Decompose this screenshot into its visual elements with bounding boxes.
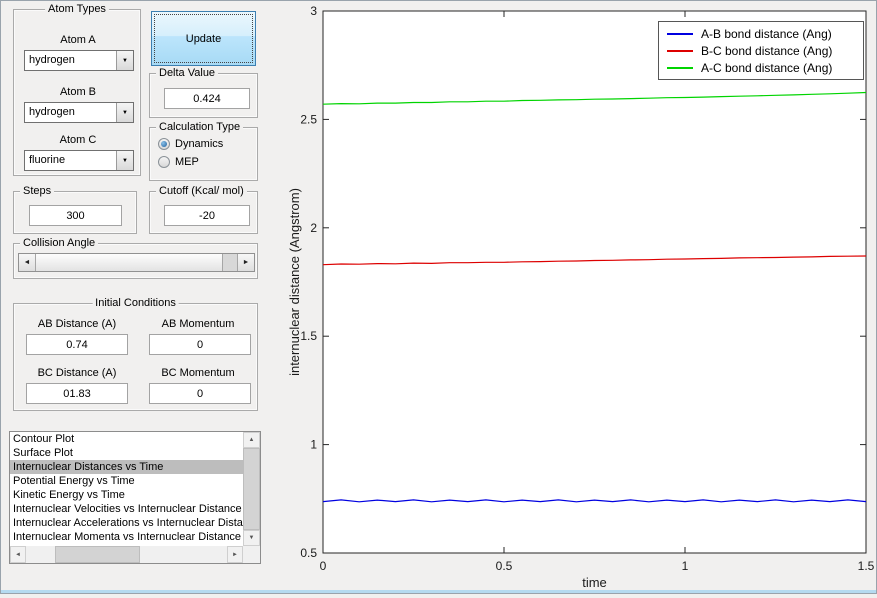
atom-c-selected-value: fluorine [29,154,66,166]
scrollbar-corner [243,546,260,563]
radio-button-icon[interactable] [158,138,170,150]
scroll-down-icon[interactable]: ▼ [243,530,260,546]
slider-right-arrow-icon[interactable]: ► [237,254,254,271]
steps-field[interactable] [29,205,122,226]
y-tick-label: 3 [310,4,317,18]
cutoff-title: Cutoff (Kcal/ mol) [156,185,247,197]
y-tick-label: 2 [310,221,317,235]
dropdown-arrow-icon[interactable]: ▼ [116,151,133,170]
list-item[interactable]: Potential Energy vs Time [10,474,243,488]
plot-legend[interactable]: A-B bond distance (Ang) B-C bond distance… [658,21,864,80]
delta-value-field[interactable] [164,88,250,109]
vertical-scroll-thumb[interactable] [243,448,260,530]
horizontal-scrollbar[interactable]: ◄ ► [10,546,243,563]
y-tick-label: 0.5 [300,546,317,560]
delta-value-panel: Delta Value [149,67,258,118]
legend-label: B-C bond distance (Ang) [701,43,833,58]
cutoff-field[interactable] [164,205,250,226]
legend-line-swatch [667,32,693,35]
steps-title: Steps [20,185,55,197]
x-tick-label: 0 [320,559,327,573]
scroll-up-icon[interactable]: ▲ [243,432,260,448]
legend-entry: B-C bond distance (Ang) [659,42,863,59]
list-item[interactable]: Internuclear Distances vs Time [10,460,243,474]
atom-b-label: Atom B [59,86,97,98]
collision-angle-title: Collision Angle [20,237,99,249]
scroll-right-icon[interactable]: ► [227,546,243,563]
list-item[interactable]: Surface Plot [10,446,243,460]
atom-types-panel: Atom Types Atom A hydrogen ▼ Atom B hydr… [13,3,141,176]
window-bottom-edge [1,590,876,593]
y-tick-label: 1.5 [300,329,317,343]
slider-thumb[interactable] [36,254,223,271]
initial-conditions-panel: Initial Conditions AB Distance (A) AB Mo… [13,297,258,411]
plot-type-listbox[interactable]: Contour Plot Surface Plot Internuclear Dis… [9,431,261,564]
calculation-type-title: Calculation Type [156,121,244,133]
list-item[interactable]: Contour Plot [10,432,243,446]
radio-button-icon[interactable] [158,156,170,168]
y-tick-label: 1 [310,438,317,452]
atom-a-selected-value: hydrogen [29,54,75,66]
bc-momentum-label: BC Momentum [161,367,235,379]
bc-distance-label: BC Distance (A) [37,367,117,379]
atom-a-dropdown[interactable]: hydrogen ▼ [24,50,134,71]
legend-line-swatch [667,49,693,52]
radio-mep-label: MEP [175,156,199,168]
legend-line-swatch [667,66,693,69]
calculation-type-panel: Calculation Type Dynamics MEP [149,121,258,181]
ab-momentum-label: AB Momentum [161,318,235,330]
radio-dynamics[interactable]: Dynamics [158,138,223,150]
vertical-scrollbar[interactable]: ▲ ▼ [243,432,260,546]
list-item[interactable]: Internuclear Momenta vs Internuclear Dis… [10,530,243,544]
list-item[interactable]: Internuclear Accelerations vs Internucle… [10,516,243,530]
cutoff-panel: Cutoff (Kcal/ mol) [149,185,258,234]
plot-area: 0 0.5 1 1.5 0.5 1 1.5 2 2.5 3 time internuclear dis… [286,1,877,595]
y-axis-label: internuclear distance (Angstrom) [287,188,302,376]
radio-dynamics-label: Dynamics [175,138,224,150]
x-tick-label: 0.5 [496,559,513,573]
update-button[interactable]: Update [151,11,256,66]
atom-a-label: Atom A [60,34,96,46]
ab-distance-field[interactable] [26,334,128,355]
bc-distance-field[interactable] [26,383,128,404]
atom-types-title: Atom Types [45,3,109,15]
collision-angle-slider[interactable]: ◄ ► [18,253,255,272]
scroll-left-icon[interactable]: ◄ [10,546,26,563]
atom-b-dropdown[interactable]: hydrogen ▼ [24,102,134,123]
bond-distance-chart: 0 0.5 1 1.50.511.522.53timeinternuclear dis… [287,4,875,590]
legend-label: A-B bond distance (Ang) [701,26,832,41]
collision-angle-panel: Collision Angle ◄ ► [13,237,258,279]
y-tick-label: 2.5 [300,112,317,126]
slider-left-arrow-icon[interactable]: ◄ [19,254,36,271]
dropdown-arrow-icon[interactable]: ▼ [116,51,133,70]
list-item[interactable]: Kinetic Energy vs Time [10,488,243,502]
ab-distance-label: AB Distance (A) [37,318,117,330]
x-tick-label: 1.5 [858,559,875,573]
atom-c-dropdown[interactable]: fluorine ▼ [24,150,134,171]
legend-label: A-C bond distance (Ang) [701,60,833,75]
radio-mep[interactable]: MEP [158,156,199,168]
bc-momentum-field[interactable] [149,383,251,404]
initial-conditions-title: Initial Conditions [92,297,179,309]
steps-panel: Steps [13,185,137,234]
x-tick-label: 1 [682,559,689,573]
plot-background [322,10,867,554]
x-axis-label: time [582,575,607,590]
ab-momentum-field[interactable] [149,334,251,355]
legend-entry: A-C bond distance (Ang) [659,59,863,76]
horizontal-scroll-thumb[interactable] [55,546,140,563]
dropdown-arrow-icon[interactable]: ▼ [116,103,133,122]
legend-entry: A-B bond distance (Ang) [659,25,863,42]
atom-c-label: Atom C [59,134,97,146]
list-item[interactable]: Internuclear Velocities vs Internuclear … [10,502,243,516]
atom-b-selected-value: hydrogen [29,106,75,118]
delta-value-title: Delta Value [156,67,219,79]
